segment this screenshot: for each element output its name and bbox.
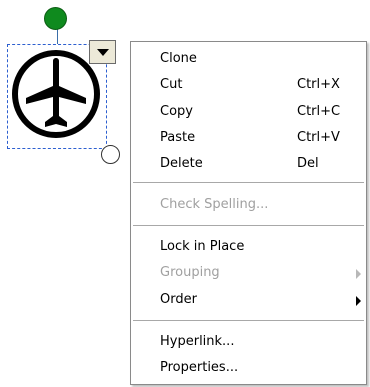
object-menu-button[interactable] <box>89 40 116 64</box>
menu-item-clone[interactable]: Clone <box>131 47 366 73</box>
menu-item-label: Lock in Place <box>160 239 245 254</box>
menu-separator <box>133 225 364 226</box>
menu-separator <box>133 182 364 183</box>
menu-item-label: Delete <box>160 156 203 171</box>
dropdown-triangle-icon <box>97 49 109 56</box>
menu-item-properties[interactable]: Properties... <box>131 356 366 382</box>
menu-item-order[interactable]: Order <box>131 288 366 314</box>
menu-item-label: Cut <box>160 77 183 92</box>
menu-separator <box>133 320 364 321</box>
menu-item-hyperlink[interactable]: Hyperlink... <box>131 330 366 356</box>
menu-item-label: Copy <box>160 104 193 119</box>
submenu-arrow-icon <box>356 269 361 279</box>
menu-item-label: Paste <box>160 130 196 145</box>
menu-item-copy[interactable]: Copy Ctrl+C <box>131 100 366 126</box>
menu-item-shortcut: Ctrl+X <box>297 77 340 92</box>
menu-item-check-spelling: Check Spelling... <box>131 193 366 219</box>
menu-item-shortcut: Ctrl+C <box>297 104 341 119</box>
rotate-handle[interactable] <box>44 7 67 30</box>
rotate-connector-line <box>57 28 58 44</box>
menu-item-label: Clone <box>160 51 197 66</box>
menu-item-label: Properties... <box>160 360 239 375</box>
menu-item-label: Order <box>160 292 197 307</box>
menu-item-label: Check Spelling... <box>160 197 269 212</box>
submenu-arrow-icon <box>356 296 361 306</box>
menu-item-delete[interactable]: Delete Del <box>131 152 366 178</box>
menu-item-cut[interactable]: Cut Ctrl+X <box>131 73 366 99</box>
context-menu: Clone Cut Ctrl+X Copy Ctrl+C Paste Ctrl+… <box>130 41 367 385</box>
menu-item-paste[interactable]: Paste Ctrl+V <box>131 126 366 152</box>
menu-item-shortcut: Ctrl+V <box>297 130 340 145</box>
menu-item-shortcut: Del <box>297 156 319 171</box>
resize-handle[interactable] <box>101 145 120 164</box>
menu-item-lock-in-place[interactable]: Lock in Place <box>131 235 366 261</box>
menu-item-label: Hyperlink... <box>160 334 235 349</box>
menu-item-label: Grouping <box>160 265 220 280</box>
menu-item-grouping: Grouping <box>131 261 366 287</box>
